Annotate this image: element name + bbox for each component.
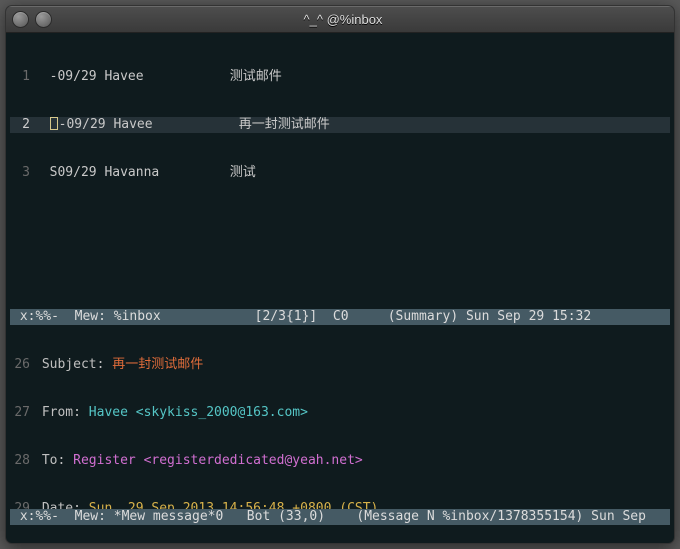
message-pane[interactable]: 26 Subject: 再一封测试邮件 27 From: Havee <skyk… <box>10 325 670 509</box>
summary-pane[interactable]: 1 -09/29 Havee 测试邮件 2 -09/29 Havee 再一封测试… <box>10 37 670 309</box>
header-value: Register <registerdedicated@yeah.net> <box>65 453 362 468</box>
header-value: Sun, 29 Sep 2013 14:56:48 +0800 (CST) <box>81 501 378 509</box>
header-key: Subject: <box>42 357 105 372</box>
summary-row[interactable]: 1 -09/29 Havee 测试邮件 <box>10 69 670 85</box>
terminal[interactable]: 1 -09/29 Havee 测试邮件 2 -09/29 Havee 再一封测试… <box>6 33 674 543</box>
blank-row <box>10 213 670 229</box>
modeline-message: x:%%- Mew: *Mew message*0 Bot (33,0) (Me… <box>10 509 670 525</box>
modeline-summary: x:%%- Mew: %inbox [2/3{1}] C0 (Summary) … <box>10 309 670 325</box>
titlebar: ^_^ @%inbox <box>6 6 674 33</box>
window-sticky-icon[interactable] <box>35 11 52 28</box>
window-menu-icon[interactable] <box>12 11 29 28</box>
header-value: Havee <skykiss_2000@163.com> <box>81 405 308 420</box>
header-key: From: <box>42 405 81 420</box>
summary-row-selected[interactable]: 2 -09/29 Havee 再一封测试邮件 <box>10 117 670 133</box>
summary-row[interactable]: 3 S09/29 Havanna 测试 <box>10 165 670 181</box>
blank-row <box>10 261 670 277</box>
header-key: To: <box>42 453 65 468</box>
window: ^_^ @%inbox 1 -09/29 Havee 测试邮件 2 -09/29… <box>5 5 675 544</box>
window-title: ^_^ @%inbox <box>52 12 674 27</box>
minibuffer[interactable] <box>10 525 670 541</box>
header-value: 再一封测试邮件 <box>104 357 203 372</box>
header-key: Date: <box>42 501 81 509</box>
cursor-icon <box>50 117 58 130</box>
